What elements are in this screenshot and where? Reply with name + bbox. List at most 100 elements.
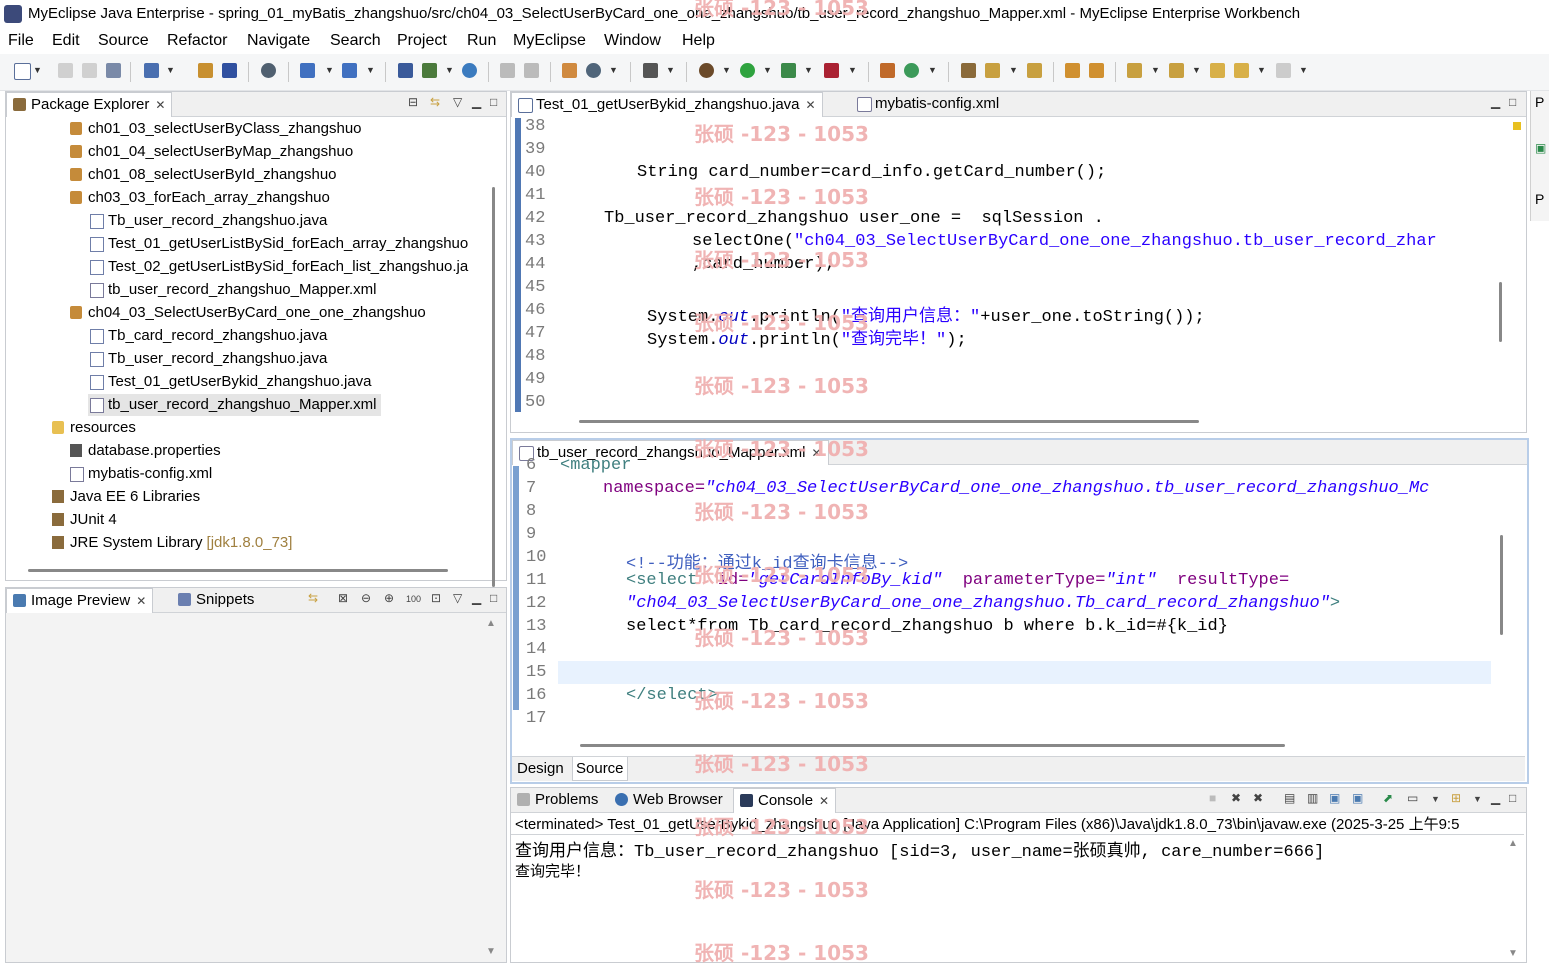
right-panel-label[interactable]: P bbox=[1535, 94, 1544, 110]
tree-item[interactable]: Test_01_getUserListBySid_forEach_array_z… bbox=[88, 233, 472, 255]
web-project-icon[interactable] bbox=[398, 63, 413, 78]
clear-console-icon[interactable]: ▤ bbox=[1284, 791, 1295, 805]
chevron-down-icon[interactable]: ▼ bbox=[1299, 65, 1308, 75]
search-icon[interactable] bbox=[342, 63, 357, 78]
tree-vertical-scrollbar[interactable] bbox=[492, 187, 495, 587]
pen-icon[interactable] bbox=[985, 63, 1000, 78]
new-icon[interactable] bbox=[14, 63, 31, 80]
tab-problems[interactable]: Problems bbox=[511, 788, 604, 812]
maximize-icon[interactable]: □ bbox=[1509, 791, 1516, 805]
db-icon[interactable] bbox=[261, 63, 276, 78]
chevron-down-icon[interactable]: ▼ bbox=[804, 65, 813, 75]
zoom-out-icon[interactable]: ⊖ bbox=[361, 591, 371, 605]
open-type-icon[interactable] bbox=[300, 63, 315, 78]
close-icon[interactable]: ✕ bbox=[806, 98, 816, 112]
display-console-icon[interactable]: ▭ bbox=[1407, 791, 1418, 805]
tab-design[interactable]: Design bbox=[514, 757, 567, 780]
scroll-lock-icon[interactable]: ▥ bbox=[1307, 791, 1318, 805]
pin-console-icon[interactable]: ⬈ bbox=[1383, 791, 1393, 805]
tree-item[interactable]: JUnit 4 bbox=[50, 509, 121, 531]
tree-item[interactable]: ch01_04_selectUserByMap_zhangshuo bbox=[68, 141, 357, 163]
java-horizontal-scrollbar[interactable] bbox=[579, 420, 1199, 423]
actual-size-icon[interactable]: 100 bbox=[406, 594, 421, 604]
tree-item[interactable]: ch01_08_selectUserById_zhangshuo bbox=[68, 164, 341, 186]
tab-console[interactable]: Console ✕ bbox=[733, 788, 837, 813]
run-config-icon[interactable] bbox=[781, 63, 796, 78]
tree-item[interactable]: Test_01_getUserBykid_zhangshuo.java bbox=[88, 371, 376, 393]
menu-search[interactable]: Search bbox=[330, 32, 381, 50]
next-annotation-icon[interactable] bbox=[1127, 63, 1142, 78]
show-on-output-icon[interactable]: ▣ bbox=[1329, 791, 1340, 805]
open-console-icon[interactable]: ⊞ bbox=[1451, 791, 1461, 805]
deploy-icon[interactable] bbox=[198, 63, 213, 78]
tree-item[interactable]: Tb_user_record_zhangshuo.java bbox=[88, 210, 331, 232]
maximize-icon[interactable]: □ bbox=[490, 591, 497, 605]
scroll-down-icon[interactable]: ▼ bbox=[1508, 948, 1518, 959]
chevron-down-icon[interactable]: ▼ bbox=[1192, 65, 1201, 75]
right-panel-label-2[interactable]: P bbox=[1535, 191, 1544, 207]
chevron-down-icon[interactable]: ▼ bbox=[166, 65, 175, 75]
xml-horizontal-scrollbar[interactable] bbox=[580, 744, 1285, 747]
chevron-down-icon[interactable]: ▼ bbox=[366, 65, 375, 75]
chevron-down-icon[interactable]: ▼ bbox=[445, 65, 454, 75]
browser-icon[interactable] bbox=[586, 63, 601, 78]
new-package-icon[interactable] bbox=[904, 63, 919, 78]
chevron-down-icon[interactable]: ▼ bbox=[1257, 65, 1266, 75]
tree-horizontal-scrollbar[interactable] bbox=[28, 569, 448, 572]
minimize-icon[interactable]: ▁ bbox=[472, 591, 481, 605]
sync-icon[interactable]: ⇆ bbox=[308, 591, 318, 605]
fit-icon[interactable]: ⊠ bbox=[338, 591, 348, 605]
chevron-down-icon[interactable]: ▼ bbox=[1431, 794, 1440, 804]
java-vertical-scrollbar[interactable] bbox=[1499, 282, 1502, 342]
close-icon[interactable]: ✕ bbox=[155, 98, 165, 112]
tree-item[interactable]: Test_02_getUserListBySid_forEach_list_zh… bbox=[88, 256, 472, 278]
minimize-icon[interactable]: ▁ bbox=[1491, 95, 1500, 109]
bookmark-icon[interactable] bbox=[1065, 63, 1080, 78]
tree-item[interactable]: Java EE 6 Libraries bbox=[50, 486, 204, 508]
menu-edit[interactable]: Edit bbox=[52, 32, 80, 50]
link-editor-icon[interactable]: ⇆ bbox=[430, 95, 440, 109]
collapse-all-icon[interactable]: ⊟ bbox=[408, 95, 418, 109]
tab-package-explorer[interactable]: Package Explorer ✕ bbox=[6, 92, 173, 117]
zoom-in-icon[interactable]: ⊕ bbox=[384, 591, 394, 605]
chevron-down-icon[interactable]: ▼ bbox=[928, 65, 937, 75]
chevron-down-icon[interactable]: ▼ bbox=[722, 65, 731, 75]
tree-item[interactable]: Tb_user_record_zhangshuo.java bbox=[88, 348, 331, 370]
menu-file[interactable]: File bbox=[8, 32, 34, 50]
new-wizard-icon[interactable] bbox=[144, 63, 159, 78]
tab-image-preview[interactable]: Image Preview ✕ bbox=[6, 588, 154, 613]
tree-item[interactable]: Tb_card_record_zhangshuo.java bbox=[88, 325, 331, 347]
outline-icon[interactable]: ▣ bbox=[1535, 141, 1546, 155]
last-edit-icon[interactable] bbox=[1210, 63, 1225, 78]
forward-icon[interactable] bbox=[1276, 63, 1291, 78]
remove-launch-icon[interactable]: ✖ bbox=[1231, 791, 1241, 805]
tab-test-01-java[interactable]: Test_01_getUserBykid_zhangshuo.java ✕ bbox=[511, 92, 823, 117]
tree-item[interactable]: ch04_03_SelectUserByCard_one_one_zhangsh… bbox=[68, 302, 430, 324]
minimize-icon[interactable]: ▁ bbox=[1491, 791, 1500, 805]
external-tools-icon[interactable] bbox=[824, 63, 839, 78]
save-all-icon[interactable] bbox=[82, 63, 97, 78]
fit-window-icon[interactable]: ⊡ bbox=[431, 591, 441, 605]
copy-icon[interactable] bbox=[524, 63, 539, 78]
tree-item[interactable]: tb_user_record_zhangshuo_Mapper.xml bbox=[88, 394, 381, 416]
hibernate-icon[interactable] bbox=[562, 63, 577, 78]
tree-item[interactable]: resources bbox=[50, 417, 140, 439]
globe-icon[interactable] bbox=[462, 63, 477, 78]
chevron-down-icon[interactable]: ▼ bbox=[763, 65, 772, 75]
view-menu-icon[interactable]: ▽ bbox=[453, 95, 462, 109]
tree-item[interactable]: ch01_03_selectUserByClass_zhangshuo bbox=[68, 118, 366, 140]
view-menu-icon[interactable]: ▽ bbox=[453, 591, 462, 605]
overview-marker[interactable] bbox=[1513, 122, 1521, 130]
cut-icon[interactable] bbox=[500, 63, 515, 78]
tab-source[interactable]: Source bbox=[572, 757, 628, 781]
chevron-down-icon[interactable]: ▼ bbox=[1009, 65, 1018, 75]
menu-window[interactable]: Window bbox=[604, 32, 661, 50]
server-icon[interactable] bbox=[222, 63, 237, 78]
task-icon[interactable] bbox=[1089, 63, 1104, 78]
menu-help[interactable]: Help bbox=[682, 32, 715, 50]
prev-annotation-icon[interactable] bbox=[1169, 63, 1184, 78]
maximize-icon[interactable]: □ bbox=[490, 95, 497, 109]
chevron-down-icon[interactable]: ▼ bbox=[848, 65, 857, 75]
new-servlet-icon[interactable] bbox=[422, 63, 437, 78]
tree-item[interactable]: database.properties bbox=[68, 440, 225, 462]
